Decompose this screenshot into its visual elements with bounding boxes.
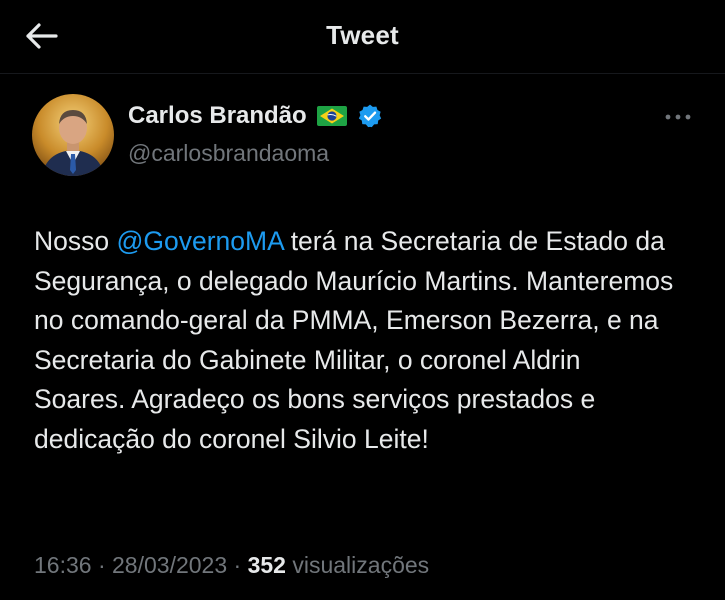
tweet-time[interactable]: 16:36 (34, 552, 92, 578)
meta-separator: · (227, 552, 248, 578)
brazil-flag-icon (316, 106, 347, 126)
tweet-metadata: 16:36 · 28/03/2023 · 352 visualizações (34, 552, 429, 579)
mention-link[interactable]: @GovernoMA (116, 226, 283, 256)
meta-separator: · (91, 552, 113, 578)
tweet-body: Nosso @GovernoMA terá na Secretaria de E… (34, 222, 674, 459)
author-handle[interactable]: @carlosbrandaoma (128, 140, 329, 167)
tweet-author: Carlos Brandão @carlosbrandaoma (32, 94, 692, 184)
tweet-text-after: terá na Secretaria de Estado da Seguranç… (34, 226, 674, 454)
author-display-name: Carlos Brandão (128, 102, 307, 129)
top-bar: Tweet (0, 0, 725, 74)
views-label: visualizações (285, 552, 430, 578)
more-horizontal-icon (665, 114, 691, 120)
avatar[interactable] (32, 94, 114, 176)
tweet-date[interactable]: 28/03/2023 (112, 552, 227, 578)
views-count[interactable]: 352 (248, 552, 286, 578)
avatar-photo (32, 94, 114, 176)
page-title: Tweet (326, 20, 399, 50)
author-name-row[interactable]: Carlos Brandão (128, 102, 383, 130)
tweet-text-before: Nosso (34, 226, 117, 256)
more-options-button[interactable] (658, 104, 698, 130)
verified-badge-icon (357, 103, 383, 129)
